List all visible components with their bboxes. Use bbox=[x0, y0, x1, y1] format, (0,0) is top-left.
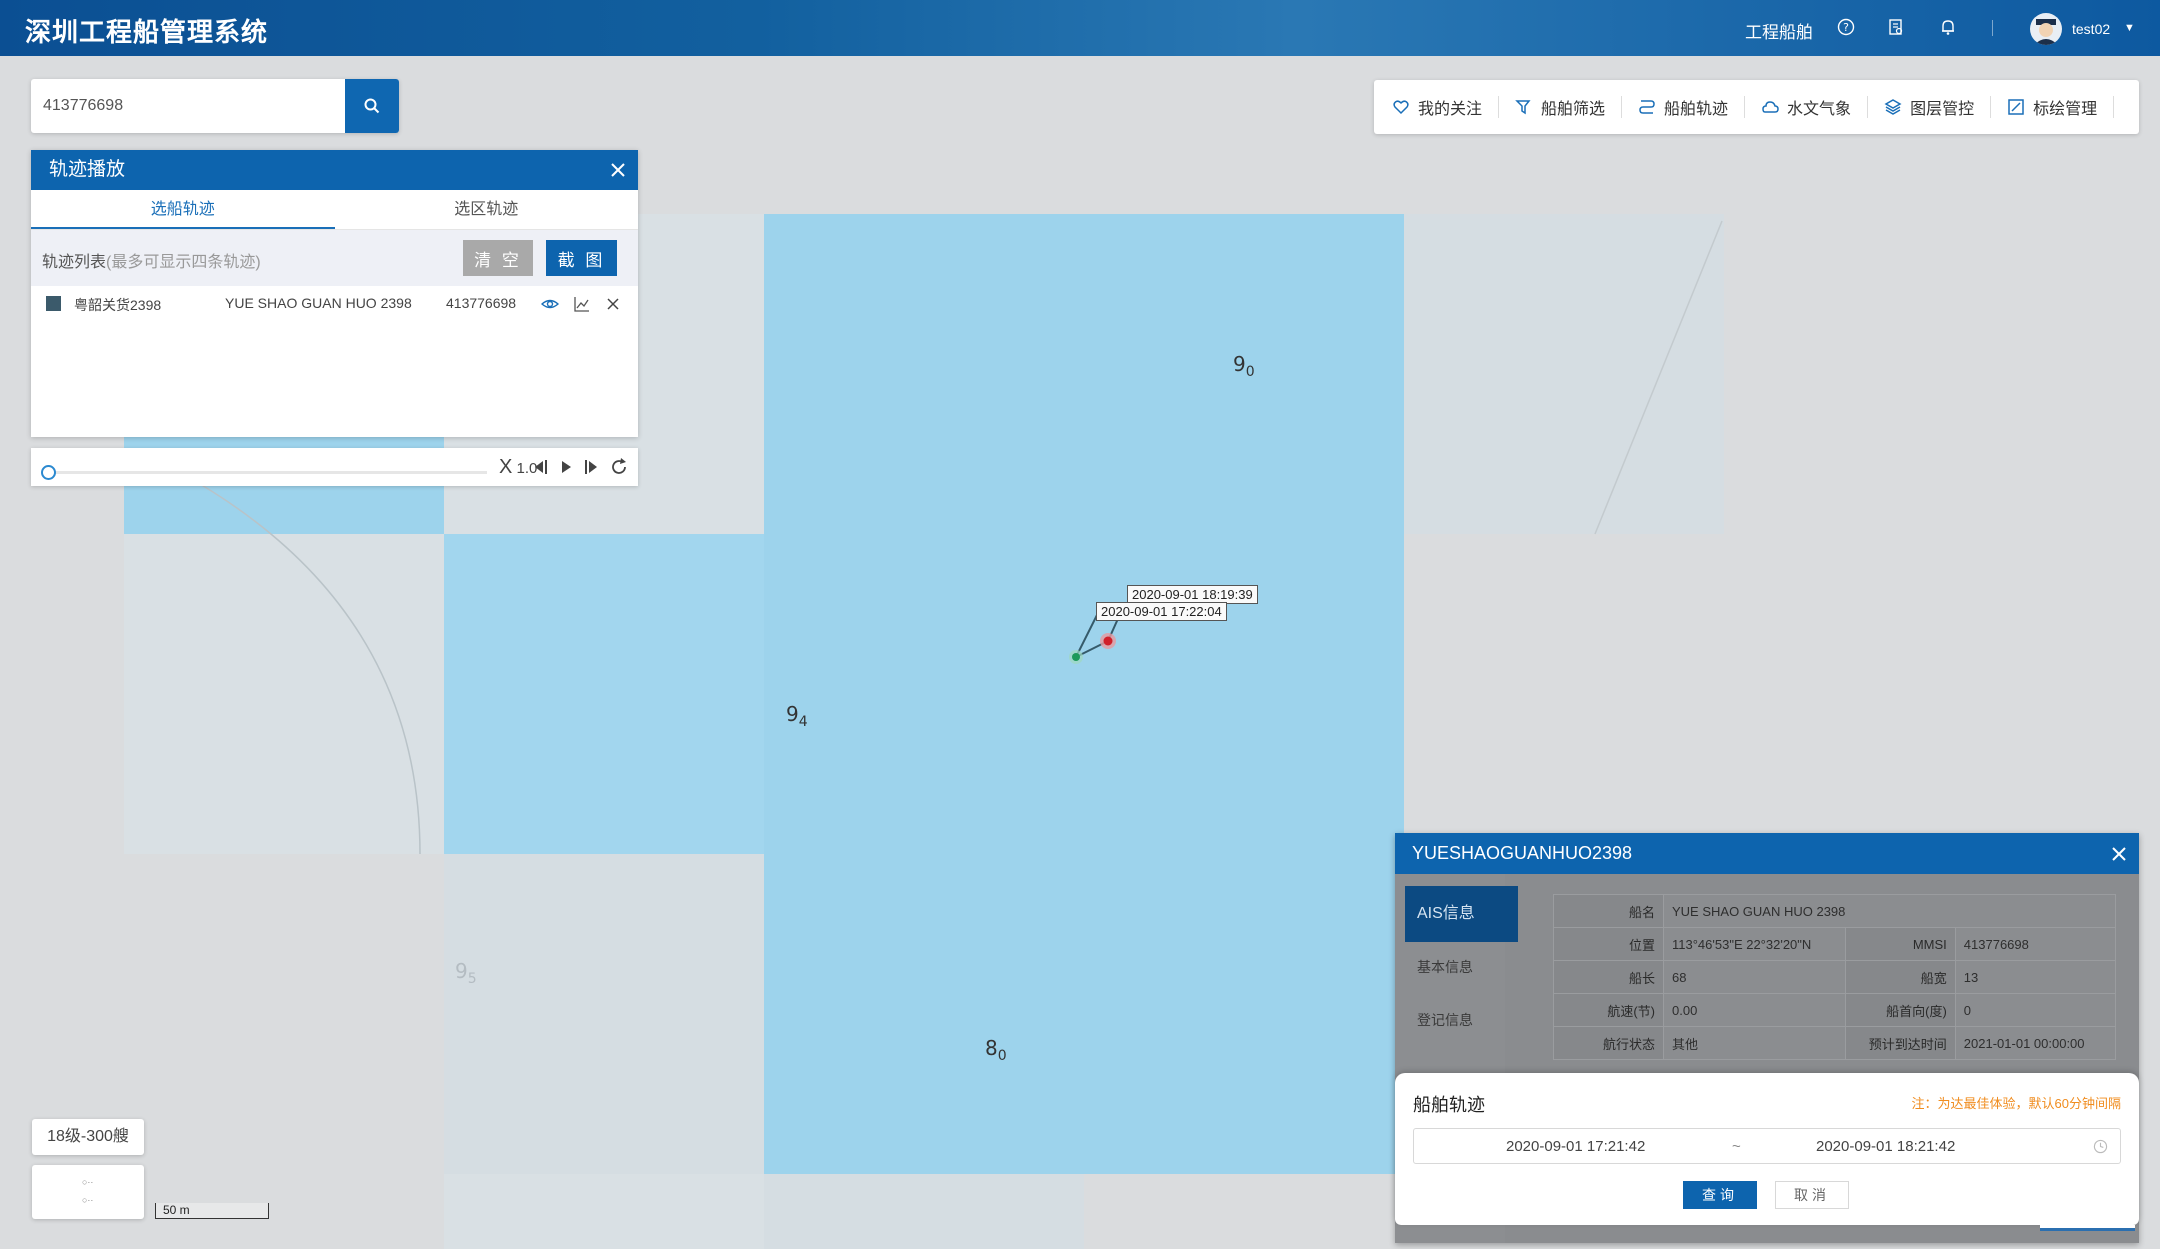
table-row: 船名 YUE SHAO GUAN HUO 2398 bbox=[1553, 894, 2116, 928]
track-time-label: 2020-09-01 17:22:04 bbox=[1096, 602, 1227, 621]
chart-icon[interactable] bbox=[573, 295, 591, 313]
ship-panel-header: YUESHAOGUANHUO2398 bbox=[1395, 833, 2139, 874]
document-icon[interactable] bbox=[1885, 16, 1907, 38]
map-toolbar: 我的关注 船舶筛选 船舶轨迹 水文气象 图层管控 标绘管理 bbox=[1374, 80, 2139, 134]
panel-edge bbox=[2040, 1225, 2135, 1231]
toolbar-hydro-weather[interactable]: 水文气象 bbox=[1761, 96, 1869, 118]
start-time-value[interactable]: 2020-09-01 17:21:42 bbox=[1506, 1138, 1645, 1155]
table-row: 航速(节) 0.00 船首向(度) 0 bbox=[1553, 993, 2117, 1027]
app-title: 深圳工程船管理系统 bbox=[25, 17, 269, 47]
panel-title: 轨迹播放 bbox=[49, 159, 126, 180]
track-row[interactable]: 粤韶关货2398 YUE SHAO GUAN HUO 2398 41377669… bbox=[31, 286, 638, 320]
close-icon[interactable] bbox=[2109, 844, 2129, 864]
layers-icon bbox=[1884, 99, 1902, 115]
table-row: 位置 113°46'53"E 22°32'20"N MMSI 413776698 bbox=[1553, 927, 2117, 961]
svg-text:?: ? bbox=[1843, 21, 1849, 34]
route-icon bbox=[1639, 100, 1655, 114]
depth-sounding: 90 bbox=[1233, 352, 1255, 380]
overview-dot: ○·· bbox=[82, 1195, 94, 1205]
dialog-title: 船舶轨迹 bbox=[1413, 1095, 1485, 1115]
coast-line bbox=[199, 483, 421, 855]
step-forward-icon[interactable] bbox=[582, 457, 602, 477]
play-icon[interactable] bbox=[556, 457, 576, 477]
search-icon bbox=[364, 98, 380, 114]
filter-icon bbox=[1515, 100, 1531, 115]
username[interactable]: test02 bbox=[2072, 21, 2110, 37]
search-input[interactable] bbox=[31, 79, 344, 133]
panel-header: 轨迹播放 bbox=[31, 150, 638, 190]
eye-icon[interactable] bbox=[541, 295, 559, 313]
track-ship-name-cn: 粤韶关货2398 bbox=[74, 297, 162, 313]
close-icon[interactable] bbox=[608, 160, 628, 180]
caret-down-icon[interactable]: ▼ bbox=[2124, 22, 2135, 34]
track-list-label: 轨迹列表(最多可显示四条轨迹) bbox=[42, 254, 261, 271]
nav-ais-info[interactable]: AIS信息 bbox=[1405, 886, 1518, 942]
avatar[interactable] bbox=[2030, 13, 2062, 45]
range-separator: ~ bbox=[1732, 1138, 1741, 1155]
depth-sounding: 80 bbox=[985, 1036, 1007, 1064]
toolbar-my-favorites[interactable]: 我的关注 bbox=[1392, 96, 1500, 118]
ais-info-table: 船名 YUE SHAO GUAN HUO 2398 位置 113°46'53"E… bbox=[1553, 894, 2117, 1060]
progress-knob[interactable] bbox=[41, 465, 56, 480]
tab-select-area-track[interactable]: 选区轨迹 bbox=[335, 190, 639, 229]
table-row: 航行状态 其他 预计到达时间 2021-01-01 00:00:00 bbox=[1553, 1026, 2117, 1060]
depth-sounding: 94 bbox=[786, 702, 808, 730]
step-back-icon[interactable] bbox=[530, 457, 550, 477]
end-time-value[interactable]: 2020-09-01 18:21:42 bbox=[1816, 1138, 1955, 1155]
nav-engineering-ships[interactable]: 工程船舶 bbox=[1745, 18, 1813, 43]
toolbar-ship-track[interactable]: 船舶轨迹 bbox=[1638, 96, 1746, 118]
channel-line bbox=[1594, 220, 1723, 535]
query-button[interactable]: 查询 bbox=[1683, 1181, 1757, 1209]
toolbar-plot-management[interactable]: 标绘管理 bbox=[2007, 96, 2115, 118]
track-playback-panel: 轨迹播放 选船轨迹 选区轨迹 轨迹列表(最多可显示四条轨迹) 清 空 截 图 粤… bbox=[31, 150, 638, 437]
search-button[interactable] bbox=[345, 79, 399, 133]
remove-track-icon[interactable] bbox=[604, 295, 622, 313]
tab-select-ship-track[interactable]: 选船轨迹 bbox=[31, 190, 335, 229]
track-mmsi: 413776698 bbox=[446, 295, 517, 311]
help-icon[interactable]: ? bbox=[1835, 16, 1857, 38]
depth-sounding: 95 bbox=[455, 959, 477, 987]
track-list-header: 轨迹列表(最多可显示四条轨迹) 清 空 截 图 bbox=[31, 230, 638, 286]
progress-rail[interactable] bbox=[55, 471, 487, 474]
search-bar bbox=[31, 79, 399, 133]
top-header: 深圳工程船管理系统 工程船舶 ? test02 ▼ bbox=[0, 0, 2160, 56]
toolbar-ship-filter[interactable]: 船舶筛选 bbox=[1515, 96, 1623, 118]
ship-panel-title: YUESHAOGUANHUO2398 bbox=[1412, 843, 1633, 863]
weather-icon bbox=[1762, 101, 1779, 113]
refresh-icon[interactable] bbox=[609, 457, 629, 477]
track-color-swatch bbox=[46, 296, 61, 311]
track-ship-name-en: YUE SHAO GUAN HUO 2398 bbox=[225, 295, 412, 311]
screenshot-button[interactable]: 截 图 bbox=[546, 240, 617, 276]
track-start-point[interactable] bbox=[1072, 653, 1080, 661]
playback-controls: X 1.0 bbox=[31, 448, 638, 486]
overview-widget[interactable]: ○·· ○·· bbox=[32, 1165, 144, 1219]
heart-icon bbox=[1393, 100, 1409, 115]
track-end-point[interactable] bbox=[1103, 636, 1113, 646]
dialog-note: 注：为达最佳体验，默认60分钟间隔 bbox=[1911, 1096, 2121, 1111]
playback-tabs: 选船轨迹 选区轨迹 bbox=[31, 190, 638, 230]
date-range-picker[interactable]: 2020-09-01 17:21:42 ~ 2020-09-01 18:21:4… bbox=[1413, 1128, 2121, 1164]
overview-dot: ○·· bbox=[82, 1177, 94, 1187]
zoom-level-badge: 18级-300艘 bbox=[32, 1119, 144, 1155]
scale-bar: 50 m bbox=[155, 1203, 269, 1219]
clock-icon bbox=[2093, 1139, 2108, 1154]
clear-button[interactable]: 清 空 bbox=[463, 240, 533, 276]
nav-registration-info[interactable]: 登记信息 bbox=[1405, 1010, 1518, 1030]
header-divider bbox=[1992, 20, 1993, 36]
nav-basic-info[interactable]: 基本信息 bbox=[1405, 957, 1518, 977]
track-query-dialog: 船舶轨迹 注：为达最佳体验，默认60分钟间隔 2020-09-01 17:21:… bbox=[1395, 1073, 2139, 1225]
draw-icon bbox=[2008, 99, 2024, 115]
cancel-button[interactable]: 取消 bbox=[1775, 1181, 1849, 1209]
toolbar-layer-control[interactable]: 图层管控 bbox=[1884, 96, 1992, 118]
bell-icon[interactable] bbox=[1937, 16, 1959, 38]
table-row: 船长 68 船宽 13 bbox=[1553, 960, 2117, 994]
